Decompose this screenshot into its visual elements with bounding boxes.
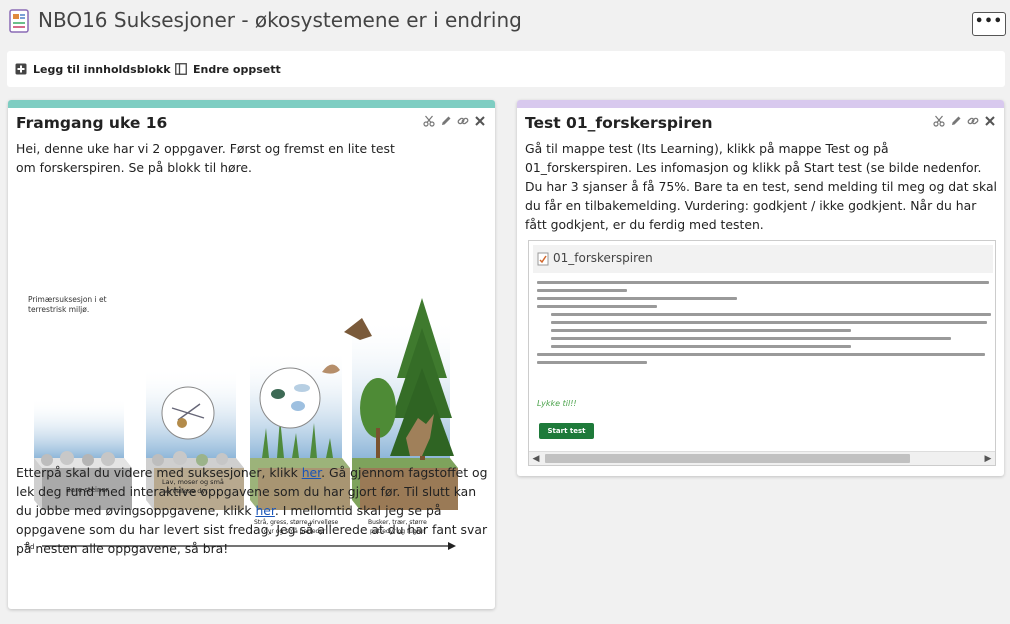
horizontal-scrollbar[interactable]: ◀ ▶ [529, 451, 995, 465]
scroll-left-icon[interactable]: ◀ [529, 452, 543, 465]
scissors-icon[interactable] [933, 115, 945, 127]
layout-icon [175, 63, 187, 75]
block-intro-text: Hei, denne uke har vi 2 oppgaver. Først … [16, 141, 395, 175]
add-content-block-label: Legg til innholdsblokk [33, 62, 171, 76]
pencil-icon[interactable] [950, 115, 962, 127]
figure-note-line1: Primærsuksesjon i et [28, 295, 107, 304]
add-content-block-button[interactable]: Legg til innholdsblokk [15, 51, 171, 87]
block-body-text: Etterpå skal du videre med suksesjoner, … [16, 463, 492, 558]
content-block-test: Test 01_forskerspiren Gå til mappe test … [517, 100, 1004, 476]
close-icon[interactable] [474, 115, 486, 127]
scissors-icon[interactable] [423, 115, 435, 127]
block-tools [933, 115, 996, 127]
scroll-thumb[interactable] [545, 454, 910, 463]
pencil-icon[interactable] [440, 115, 452, 127]
close-icon[interactable] [984, 115, 996, 127]
embedded-title: 01_forskerspiren [553, 251, 653, 265]
block-accent-bar [8, 100, 495, 108]
block-body-text: Gå til mappe test (Its Learning), klikk … [525, 141, 997, 232]
link-icon[interactable] [457, 115, 469, 127]
link-icon[interactable] [967, 115, 979, 127]
block-title: Framgang uke 16 [16, 114, 168, 132]
edit-layout-button[interactable]: Endre oppsett [175, 51, 281, 87]
page-icon [9, 9, 29, 33]
ovingsoppgaver-link[interactable]: her [255, 503, 274, 518]
embedded-header: 01_forskerspiren [533, 245, 993, 273]
suksesjoner-link[interactable]: her [302, 465, 321, 480]
block-accent-bar [517, 100, 1004, 108]
toolbar: Legg til innholdsblokk Endre oppsett [7, 51, 1005, 87]
figure-note-line2: terrestrisk miljø. [28, 305, 89, 314]
embedded-text-lines [537, 281, 995, 369]
embedded-lykke-text: Lykke til!! [537, 399, 577, 408]
embedded-test-screenshot: 01_forskerspiren Lykke til!! Start test … [528, 240, 996, 466]
block-title: Test 01_forskerspiren [525, 114, 713, 132]
content-block-framgang: Framgang uke 16 Hei, denne uke har vi 2 … [8, 100, 495, 609]
plus-box-icon [15, 63, 27, 75]
more-options-button[interactable]: ••• [972, 12, 1006, 36]
body-text-part1: Etterpå skal du videre med suksesjoner, … [16, 465, 302, 480]
page-header: NBO16 Suksesjoner - økosystemene er i en… [0, 0, 1010, 46]
page-title: NBO16 Suksesjoner - økosystemene er i en… [38, 8, 522, 32]
test-file-icon [537, 252, 549, 266]
embedded-start-test-button: Start test [539, 423, 594, 439]
scroll-right-icon[interactable]: ▶ [981, 452, 995, 465]
edit-layout-label: Endre oppsett [193, 62, 281, 76]
block-tools [423, 115, 486, 127]
